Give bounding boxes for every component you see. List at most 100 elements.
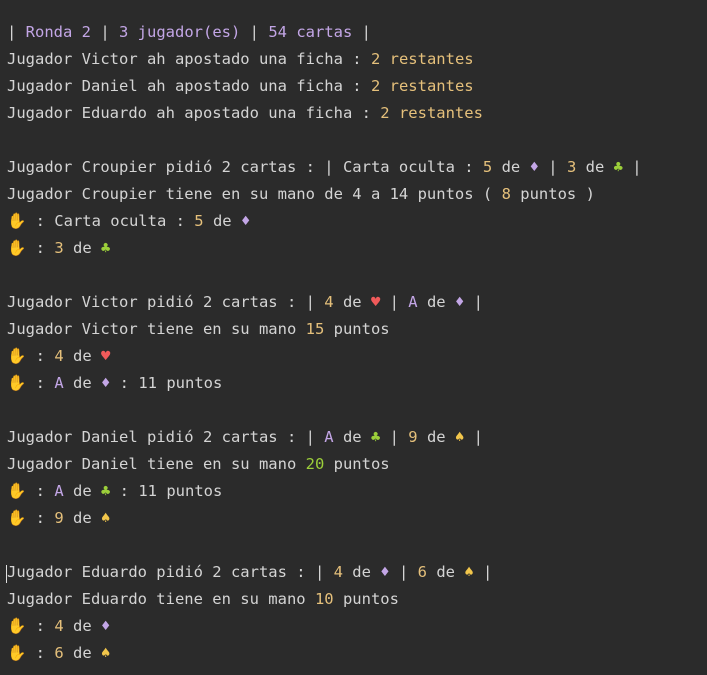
terminal-line: Jugador Victor ah apostado una ficha : 2… — [7, 46, 707, 73]
line-text: 20 — [305, 455, 325, 473]
line-text: Jugador Eduardo ah apostado una ficha : — [7, 104, 381, 122]
line-text: 10 — [314, 590, 334, 608]
club-suit-icon: ♣ — [100, 239, 111, 257]
line-text: de — [63, 374, 101, 392]
line-text: de — [417, 428, 455, 446]
line-text: | — [464, 293, 483, 311]
line-text: : 11 puntos — [110, 482, 223, 500]
diamond-suit-icon: ♦ — [240, 212, 251, 230]
line-text: 8 — [501, 185, 511, 203]
line-text: de — [333, 428, 371, 446]
line-text: : — [26, 374, 55, 392]
line-text: puntos — [324, 320, 390, 338]
terminal-line: ✋ : 3 de ♣ — [7, 235, 707, 262]
line-text: Jugador Eduardo tiene en su mano — [7, 590, 315, 608]
hand-icon: ✋ — [7, 482, 27, 500]
line-text: | — [7, 23, 26, 41]
line-text: de — [63, 644, 101, 662]
line-text: de — [63, 347, 101, 365]
line-text: 9 — [54, 509, 64, 527]
line-text: : — [26, 617, 55, 635]
line-text: 2 restantes — [370, 50, 474, 68]
line-text: 3 — [566, 158, 577, 176]
line-text: : 11 puntos — [110, 374, 223, 392]
line-text: de — [63, 482, 101, 500]
terminal-line: Jugador Daniel tiene en su mano 20 punto… — [7, 451, 707, 478]
line-text: : — [26, 509, 55, 527]
spade-suit-icon: ♠ — [464, 563, 474, 581]
line-text: de — [576, 158, 614, 176]
terminal-line: Jugador Eduardo ah apostado una ficha : … — [7, 100, 707, 127]
line-text: 4 — [324, 293, 334, 311]
terminal-line: Jugador Eduardo tiene en su mano 10 punt… — [7, 586, 707, 613]
line-text: Jugador Croupier tiene en su mano de 4 a… — [7, 185, 502, 203]
line-text: 3 — [54, 239, 64, 257]
line-text: A — [54, 374, 64, 392]
terminal-line: Jugador Daniel pidió 2 cartas : | A de ♣… — [7, 424, 707, 451]
club-suit-icon: ♣ — [613, 158, 623, 176]
line-text: Jugador Victor pidió 2 cartas : | — [7, 293, 325, 311]
line-text: de — [492, 158, 530, 176]
line-text: | — [538, 158, 567, 176]
club-suit-icon: ♣ — [100, 482, 111, 500]
line-text: : — [26, 239, 55, 257]
line-text: A — [324, 428, 334, 446]
line-text: Jugador Daniel ah apostado una ficha : — [7, 77, 371, 95]
line-text: puntos — [324, 455, 390, 473]
club-suit-icon: ♣ — [370, 428, 381, 446]
line-text: 9 — [408, 428, 418, 446]
hand-icon: ✋ — [7, 374, 27, 392]
line-text: | — [380, 293, 409, 311]
line-text: de — [63, 509, 101, 527]
hand-icon: ✋ — [7, 509, 27, 527]
spade-suit-icon: ♠ — [100, 509, 111, 527]
terminal-line: | Ronda 2 | 3 jugador(es) | 54 cartas | — [7, 19, 707, 46]
line-text: | — [473, 563, 493, 581]
line-text: de — [417, 293, 455, 311]
line-text: Jugador Croupier pidió 2 cartas : | Cart… — [7, 158, 483, 176]
line-text: Jugador Eduardo pidió 2 cartas : | — [7, 563, 334, 581]
hand-icon: ✋ — [7, 347, 27, 365]
terminal-line: ✋ : 6 de ♠ — [7, 640, 707, 667]
line-text: de — [63, 617, 101, 635]
terminal-line: ✋ : A de ♦ : 11 puntos — [7, 370, 707, 397]
hand-icon: ✋ — [7, 644, 27, 662]
line-text: Jugador Victor tiene en su mano — [7, 320, 306, 338]
diamond-suit-icon: ♦ — [380, 563, 390, 581]
terminal-line: ✋ : Carta oculta : 5 de ♦ — [7, 208, 707, 235]
line-text: : Carta oculta : — [26, 212, 195, 230]
spade-suit-icon: ♠ — [454, 428, 465, 446]
terminal-line: ✋ : 4 de ♥ — [7, 343, 707, 370]
heart-suit-icon: ♥ — [370, 293, 381, 311]
spade-suit-icon: ♠ — [100, 644, 111, 662]
terminal-line: Jugador Eduardo pidió 2 cartas : | 4 de … — [7, 559, 707, 586]
line-text: de — [63, 239, 101, 257]
terminal-output[interactable]: | Ronda 2 | 3 jugador(es) | 54 cartas | J… — [0, 0, 707, 675]
line-text: 2 restantes — [370, 77, 474, 95]
hand-icon: ✋ — [7, 212, 27, 230]
terminal-line: Jugador Victor pidió 2 cartas : | 4 de ♥… — [7, 289, 707, 316]
line-text: | — [380, 428, 409, 446]
line-text: 2 restantes — [380, 104, 483, 122]
diamond-suit-icon: ♦ — [100, 617, 111, 635]
hand-icon: ✋ — [7, 617, 27, 635]
heart-suit-icon: ♥ — [100, 347, 111, 365]
terminal-line: Jugador Croupier pidió 2 cartas : | Cart… — [7, 154, 707, 181]
line-text: puntos ) — [510, 185, 595, 203]
line-text: 4 — [54, 347, 64, 365]
line-text: 5 — [194, 212, 204, 230]
line-text: 6 — [54, 644, 64, 662]
diamond-suit-icon: ♦ — [529, 158, 539, 176]
hand-icon: ✋ — [7, 239, 27, 257]
line-text: A — [408, 293, 418, 311]
terminal-line: Jugador Croupier tiene en su mano de 4 a… — [7, 181, 707, 208]
diamond-suit-icon: ♦ — [454, 293, 465, 311]
line-text: 54 cartas — [268, 23, 353, 41]
terminal-line: ✋ : A de ♣ : 11 puntos — [7, 478, 707, 505]
line-text: puntos — [333, 590, 399, 608]
line-text: : — [26, 644, 55, 662]
